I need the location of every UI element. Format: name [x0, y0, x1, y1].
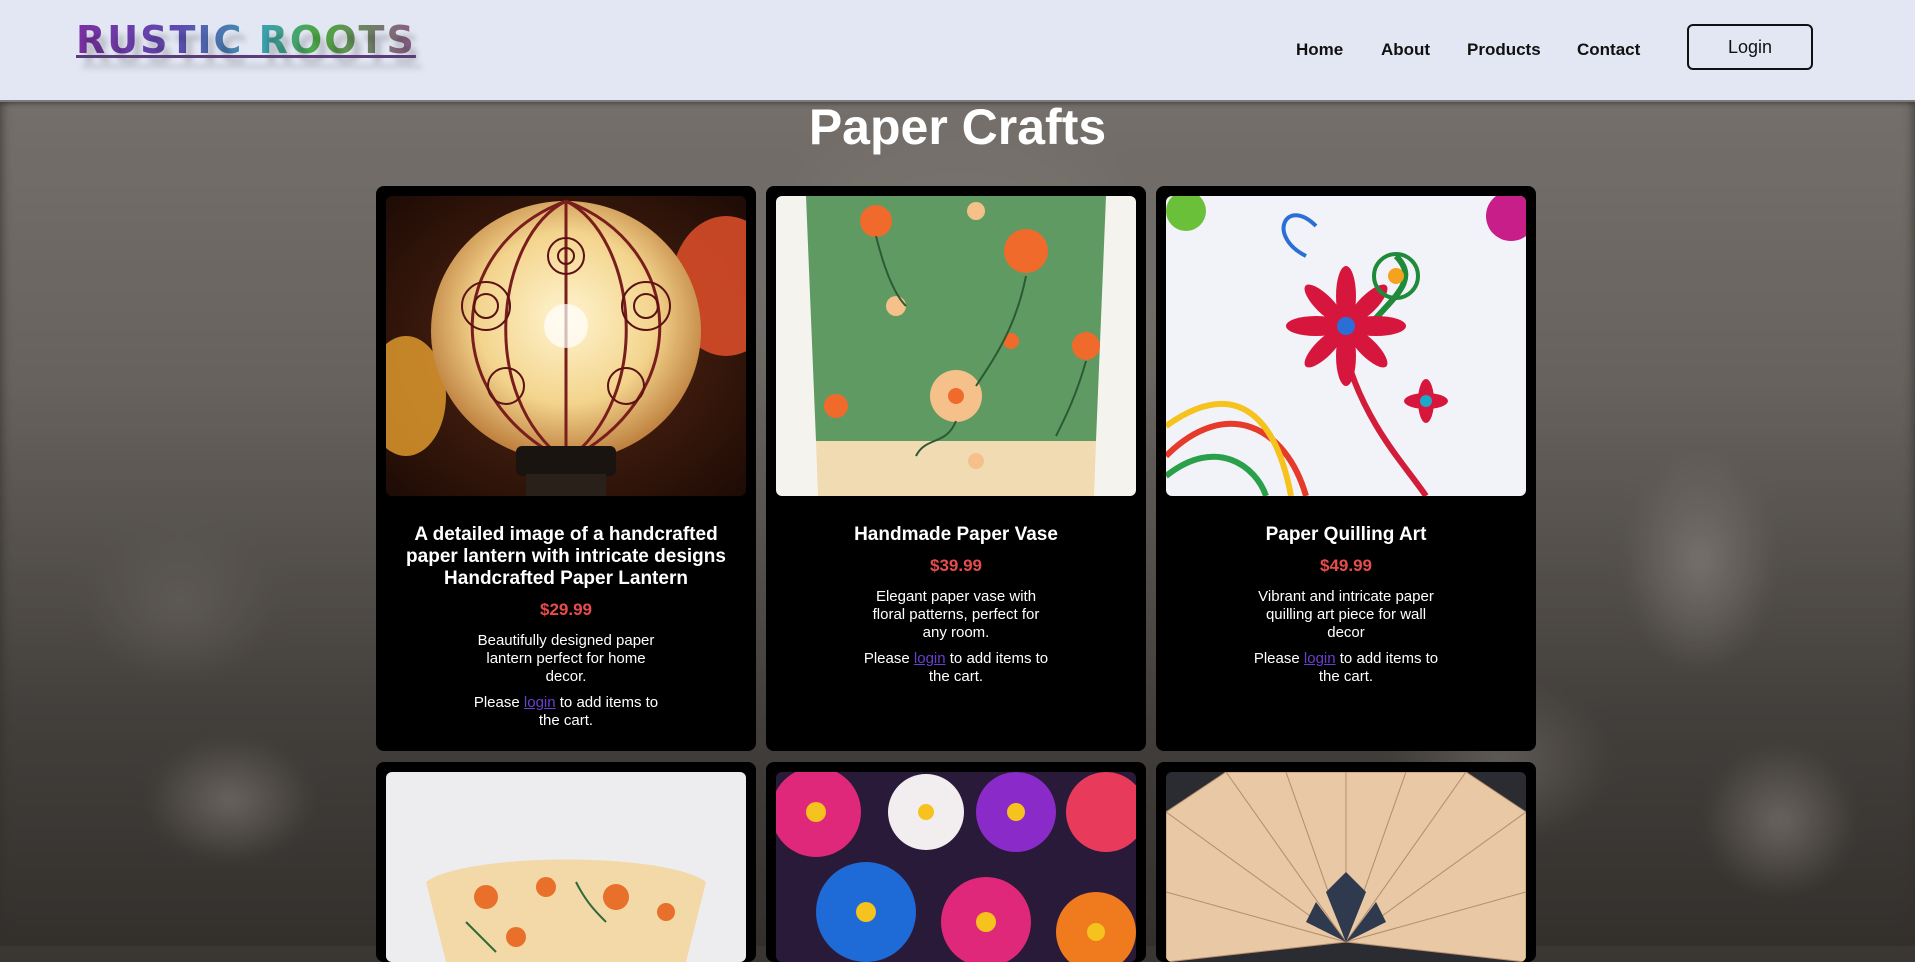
- page-title: Paper Crafts: [808, 99, 1107, 155]
- product-card-origami: [1156, 762, 1536, 962]
- site-header: RUSTIC ROOTS Home About Products Contact…: [0, 0, 1915, 102]
- product-image-origami: [1166, 772, 1526, 962]
- login-prompt: Please login to add items to the cart.: [863, 650, 1049, 685]
- product-price: $49.99: [1320, 556, 1372, 575]
- product-price: $39.99: [930, 556, 982, 575]
- product-card-quilling: Paper Quilling Art $49.99 Vibrant and in…: [1156, 186, 1536, 751]
- product-name: A detailed image of a handcrafted paper …: [406, 524, 726, 589]
- product-card-lantern: A detailed image of a handcrafted paper …: [376, 186, 756, 751]
- product-card-flowers: [766, 762, 1146, 962]
- product-image-bowl: [386, 772, 746, 962]
- product-card-vase: Handmade Paper Vase $39.99 Elegant paper…: [766, 186, 1146, 751]
- nav-home-link[interactable]: Home: [1296, 40, 1343, 60]
- product-image-flowers: [776, 772, 1136, 962]
- product-description: Vibrant and intricate paper quilling art…: [1258, 588, 1434, 641]
- product-image-lantern: [386, 196, 746, 496]
- product-image-vase: [776, 196, 1136, 496]
- login-link[interactable]: login: [524, 694, 556, 711]
- site-logo[interactable]: RUSTIC ROOTS: [76, 18, 416, 62]
- login-prompt: Please login to add items to the cart.: [1253, 650, 1439, 685]
- product-image-quilling: [1166, 196, 1526, 496]
- product-card-bowl: [376, 762, 756, 962]
- nav-about-link[interactable]: About: [1381, 40, 1430, 60]
- nav-products-link[interactable]: Products: [1467, 40, 1541, 60]
- nav-contact-link[interactable]: Contact: [1577, 40, 1640, 60]
- product-name: Paper Quilling Art: [1265, 524, 1427, 545]
- login-prompt: Please login to add items to the cart.: [473, 694, 659, 729]
- product-price: $29.99: [540, 600, 592, 619]
- login-link[interactable]: login: [914, 650, 946, 667]
- login-button[interactable]: Login: [1687, 24, 1813, 70]
- login-link[interactable]: login: [1304, 650, 1336, 667]
- product-description: Beautifully designed paper lantern perfe…: [477, 632, 655, 685]
- product-description: Elegant paper vase with floral patterns,…: [872, 588, 1040, 641]
- product-name: Handmade Paper Vase: [854, 524, 1058, 545]
